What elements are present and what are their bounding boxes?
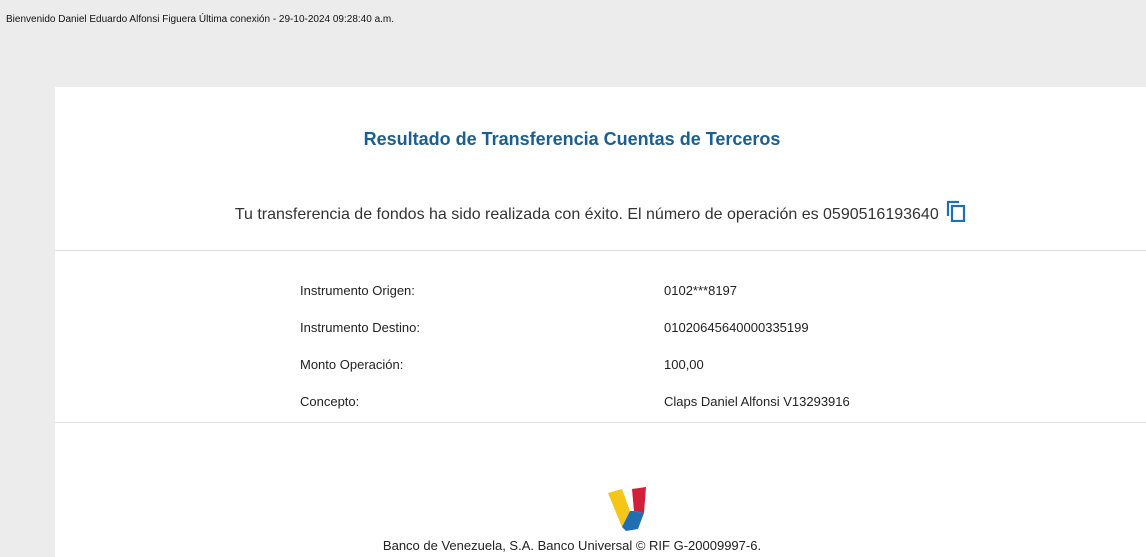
detail-label: Instrumento Origen:	[300, 283, 415, 298]
page-title: Resultado de Transferencia Cuentas de Te…	[363, 129, 781, 149]
welcome-last-login-text: Bienvenido Daniel Eduardo Alfonsi Figuer…	[6, 14, 395, 25]
success-message-row: Tu transferencia de fondos ha sido reali…	[55, 200, 1146, 227]
detail-label: Monto Operación:	[300, 357, 404, 372]
transfer-result-card: Resultado de Transferencia Cuentas de Te…	[55, 87, 1146, 557]
copy-icon[interactable]	[946, 200, 966, 227]
detail-value: 01020645640000335199	[664, 320, 809, 335]
detail-label: Concepto:	[300, 394, 360, 409]
success-message: Tu transferencia de fondos ha sido reali…	[234, 206, 939, 224]
detail-label: Instrumento Destino:	[300, 320, 420, 335]
divider	[55, 250, 1146, 251]
detail-value: 0102***8197	[664, 283, 738, 298]
banco-de-venezuela-logo	[606, 487, 650, 536]
footer-legal-text: Banco de Venezuela, S.A. Banco Universal…	[382, 538, 762, 553]
detail-value: Claps Daniel Alfonsi V13293916	[664, 394, 850, 409]
divider	[55, 422, 1146, 423]
detail-value: 100,00	[664, 357, 704, 372]
